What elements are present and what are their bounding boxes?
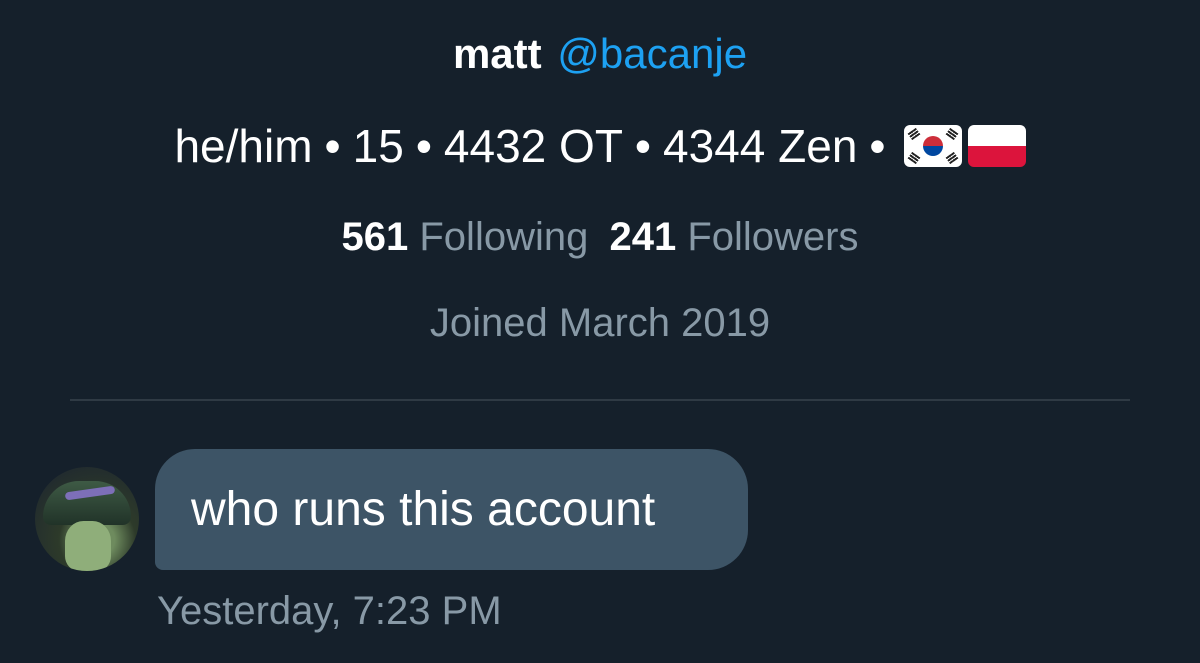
bio-pronouns: he/him bbox=[174, 120, 313, 172]
following-count: 561 bbox=[341, 215, 409, 259]
display-name: matt bbox=[452, 30, 542, 77]
message-timestamp: Yesterday, 7:23 PM bbox=[157, 589, 502, 633]
bio-separator: • bbox=[869, 120, 886, 172]
profile-name-line: matt @bacanje bbox=[0, 28, 1200, 80]
followers-link[interactable]: 241 Followers bbox=[609, 215, 858, 259]
profile-bio: he/him • 15 • 4432 OT • 4344 Zen • bbox=[0, 118, 1200, 174]
avatar[interactable] bbox=[35, 467, 139, 571]
divider bbox=[70, 399, 1130, 401]
following-link[interactable]: 561 Following bbox=[342, 215, 600, 259]
message-text: who runs this account bbox=[191, 483, 656, 536]
south-korea-flag-icon bbox=[903, 125, 962, 167]
poland-flag-icon bbox=[967, 125, 1026, 167]
bio-separator: • bbox=[634, 120, 652, 172]
user-handle[interactable]: @bacanje bbox=[557, 30, 747, 77]
bio-separator: • bbox=[415, 120, 432, 172]
message-bubble[interactable]: who runs this account bbox=[155, 449, 748, 570]
bio-ot: 4432 OT bbox=[443, 120, 623, 172]
joined-date: Joined March 2019 bbox=[429, 301, 771, 345]
bio-separator: • bbox=[324, 120, 341, 172]
followers-label: Followers bbox=[687, 215, 859, 259]
follow-stats: 561 Following 241 Followers bbox=[0, 212, 1200, 262]
following-label: Following bbox=[419, 215, 589, 259]
bio-age: 15 bbox=[352, 120, 404, 172]
followers-count: 241 bbox=[609, 215, 677, 259]
bio-zen: 4344 Zen bbox=[663, 120, 858, 172]
